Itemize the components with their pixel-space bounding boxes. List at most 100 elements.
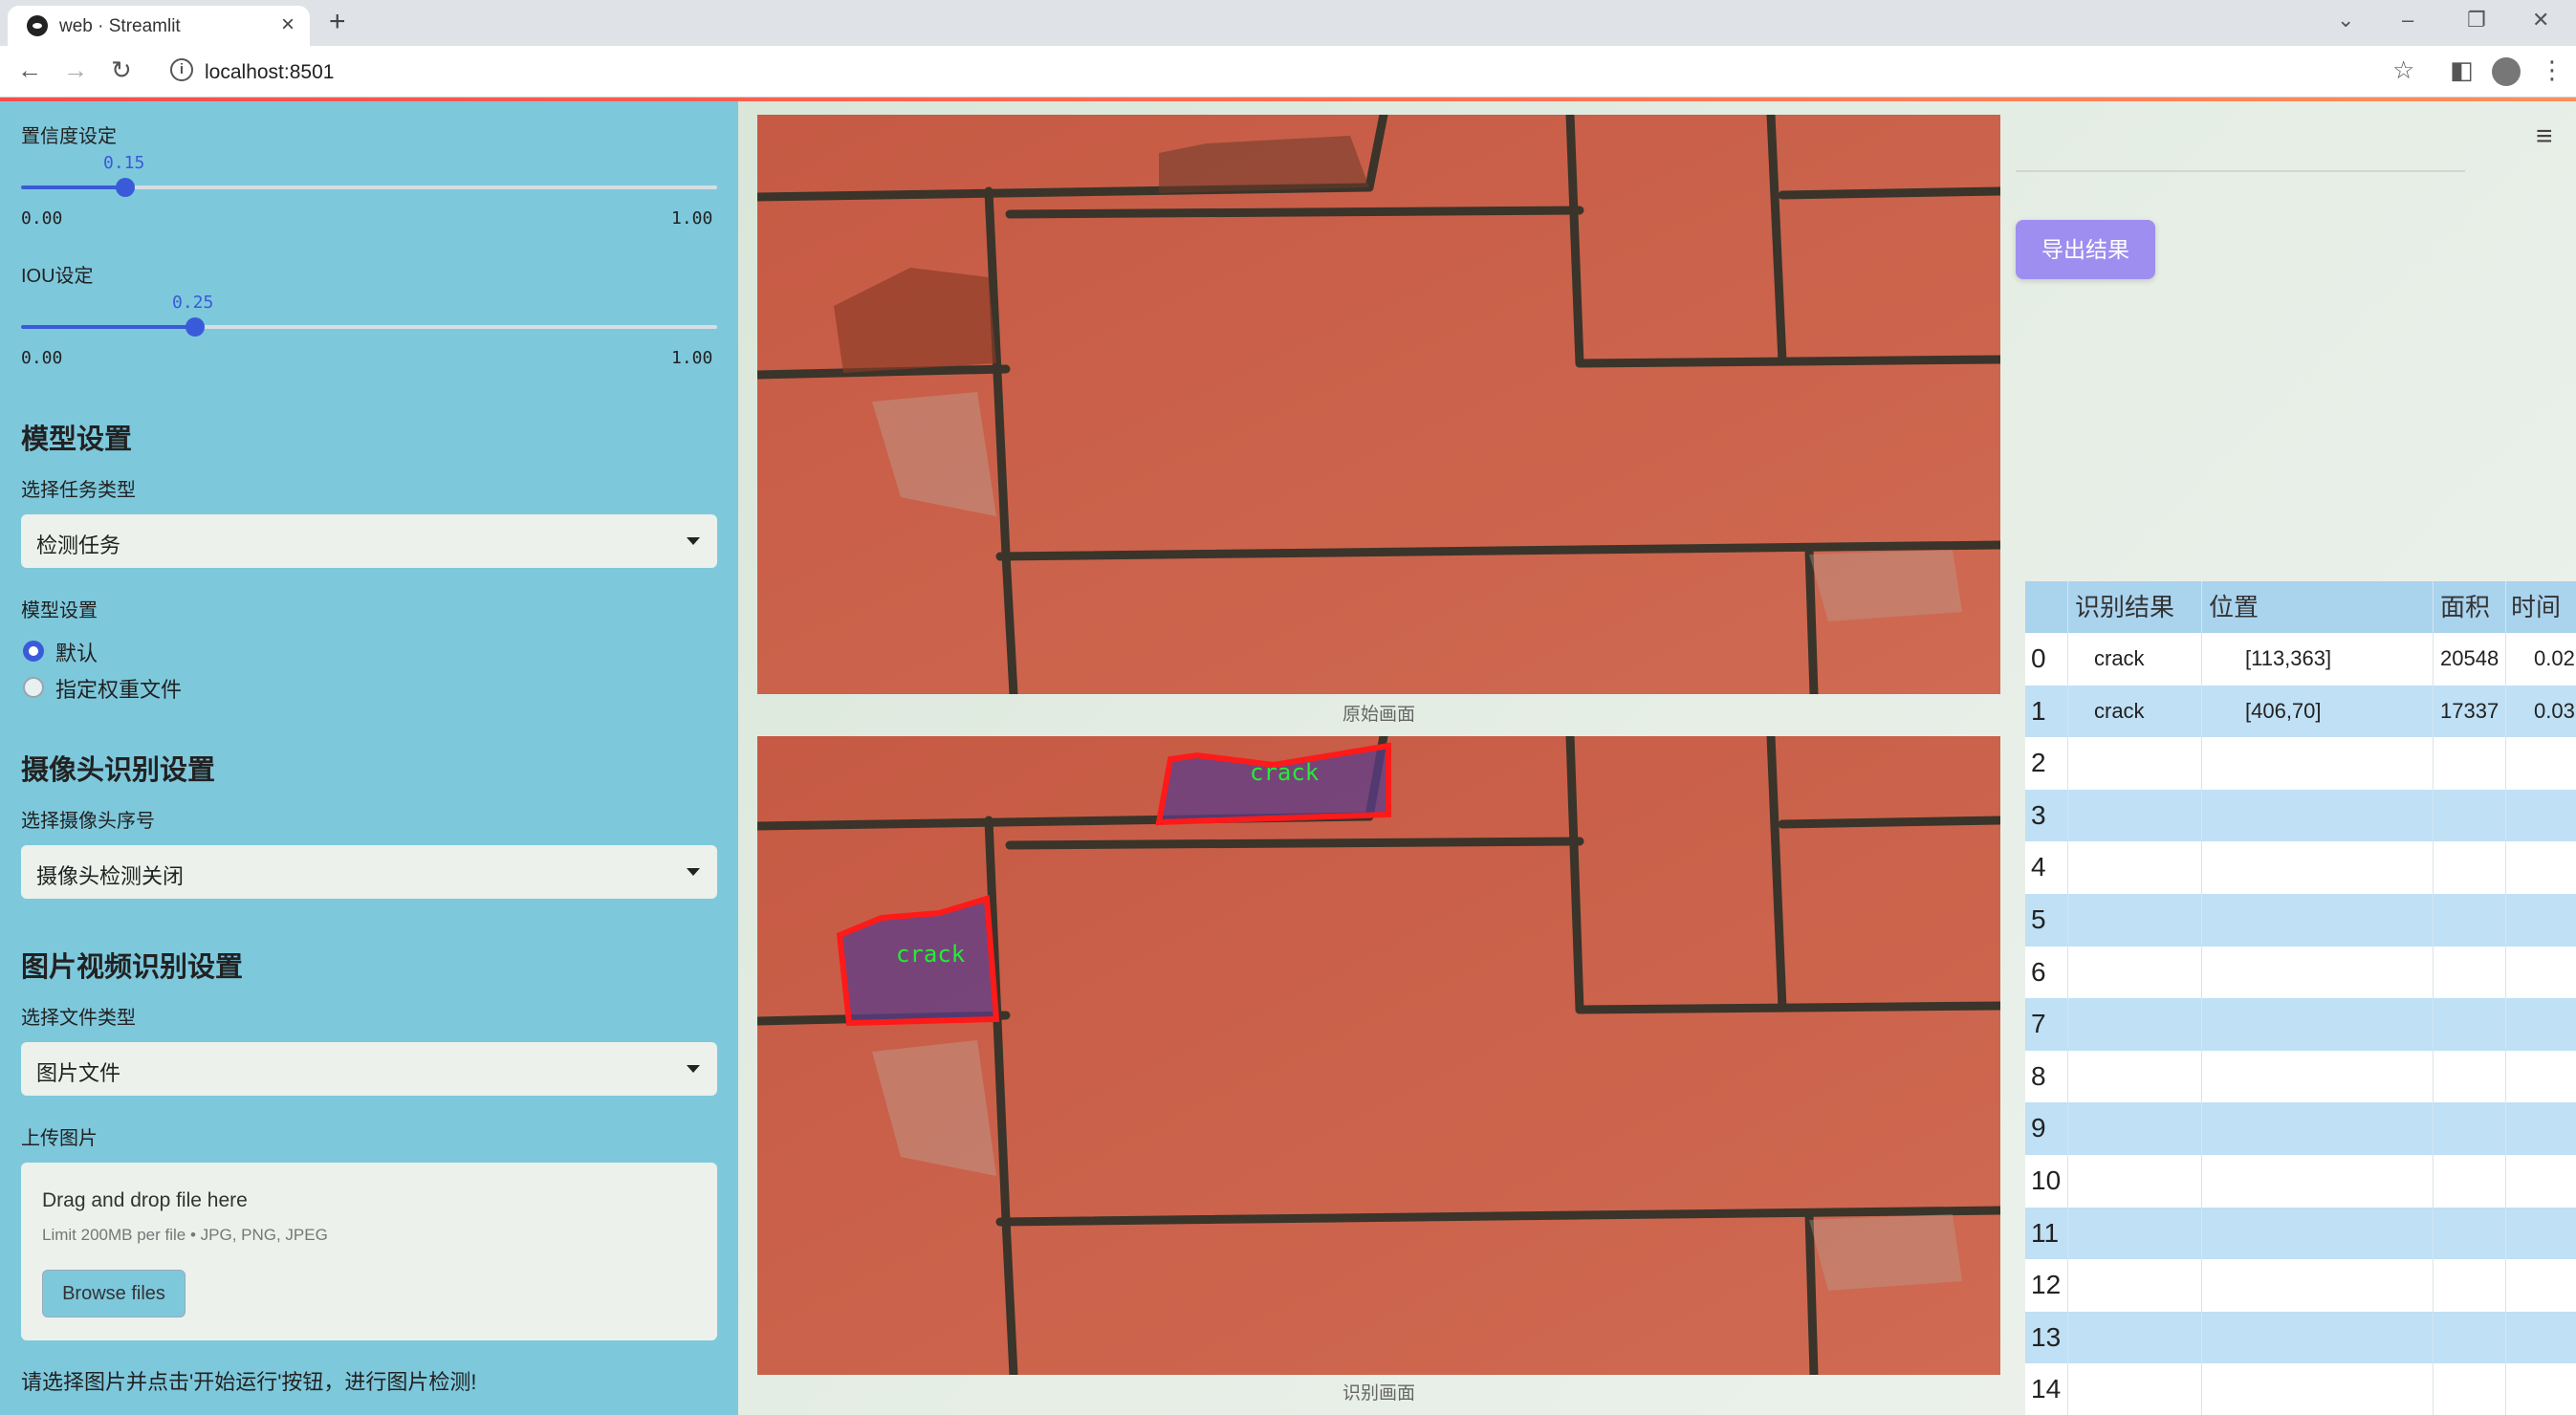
confidence-slider[interactable] <box>21 178 717 197</box>
row-area: 17337 <box>2440 698 2500 723</box>
upload-drag-text: Drag and drop file here <box>42 1189 248 1211</box>
back-icon[interactable]: ← <box>17 55 42 85</box>
table-row[interactable]: 12 <box>2025 1259 2576 1312</box>
task-type-label: 选择任务类型 <box>21 480 136 501</box>
file-type-select[interactable]: 图片文件 <box>21 1042 717 1096</box>
browser-tab[interactable]: web · Streamlit × <box>8 6 310 46</box>
table-row[interactable]: 10 <box>2025 1155 2576 1208</box>
header-position[interactable]: 位置 <box>2209 581 2259 633</box>
browser-menu-icon[interactable]: ⋮ <box>2540 55 2565 85</box>
minimize-icon[interactable]: – <box>2402 8 2413 33</box>
detection-label-1: crack <box>1250 759 1320 786</box>
row-index: 1 <box>2031 695 2046 726</box>
task-type-select[interactable]: 检测任务 <box>21 514 717 568</box>
camera-index-select[interactable]: 摄像头检测关闭 <box>21 845 717 899</box>
row-index: 11 <box>2031 1217 2060 1248</box>
main-content: 原始画面 crack crack 识别画面 导出结果 ≡ 识别结果 位置 面积 … <box>738 101 2576 1415</box>
detection-result-image: crack crack <box>757 736 2000 1375</box>
file-type-value: 图片文件 <box>36 1061 121 1085</box>
iou-value: 0.25 <box>172 293 214 313</box>
header-result[interactable]: 识别结果 <box>2075 581 2174 633</box>
media-section-heading: 图片视频识别设置 <box>21 952 244 983</box>
chevron-down-icon <box>687 868 700 876</box>
table-row[interactable]: 14 <box>2025 1363 2576 1415</box>
new-tab-icon[interactable]: + <box>329 6 346 38</box>
tab-search-icon[interactable]: ⌄ <box>2337 8 2354 33</box>
browser-tab-bar: web · Streamlit × + ⌄ – ❐ ✕ <box>0 0 2576 46</box>
row-index: 0 <box>2031 643 2046 673</box>
camera-index-label: 选择摄像头序号 <box>21 811 155 832</box>
table-row[interactable]: 2 <box>2025 737 2576 790</box>
iou-min: 0.00 <box>21 348 63 368</box>
confidence-max: 1.00 <box>671 208 713 229</box>
row-index: 5 <box>2031 904 2046 934</box>
row-time: 0.03 <box>2534 698 2575 723</box>
upload-limit-text: Limit 200MB per file • JPG, PNG, JPEG <box>42 1226 328 1244</box>
original-caption: 原始画面 <box>1342 705 1415 725</box>
row-result: crack <box>2094 698 2145 723</box>
table-row[interactable]: 9 <box>2025 1102 2576 1155</box>
table-row[interactable]: 1 crack [406,70] 17337 0.03 <box>2025 685 2576 738</box>
radio-custom-weights[interactable] <box>23 677 44 698</box>
table-row[interactable]: 4 <box>2025 841 2576 894</box>
table-row[interactable]: 7 <box>2025 998 2576 1051</box>
file-uploader-dropzone[interactable]: Drag and drop file here Limit 200MB per … <box>21 1163 717 1340</box>
profile-avatar-icon[interactable] <box>2492 57 2521 86</box>
iou-slider-fill <box>21 325 195 329</box>
restore-icon[interactable]: ❐ <box>2467 8 2486 33</box>
chevron-down-icon <box>687 537 700 545</box>
detection-label-0: crack <box>896 941 966 968</box>
iou-label: IOU设定 <box>21 266 94 287</box>
row-position: [406,70] <box>2245 698 2322 723</box>
address-bar[interactable]: i localhost:8501 <box>157 54 2366 90</box>
row-area: 20548 <box>2440 646 2500 670</box>
streamlit-favicon-icon <box>27 15 48 36</box>
row-position: [113,363] <box>2245 646 2332 670</box>
table-row[interactable]: 8 <box>2025 1050 2576 1103</box>
task-type-value: 检测任务 <box>36 533 121 557</box>
radio-default[interactable] <box>23 641 44 662</box>
confidence-slider-thumb[interactable] <box>116 178 136 197</box>
model-section-heading: 模型设置 <box>21 424 133 455</box>
table-header: 识别结果 位置 面积 时间 <box>2025 581 2576 633</box>
header-time[interactable]: 时间 <box>2511 581 2561 633</box>
table-row[interactable]: 6 <box>2025 946 2576 999</box>
camera-section-heading: 摄像头识别设置 <box>21 755 216 786</box>
file-type-label: 选择文件类型 <box>21 1008 136 1029</box>
confidence-value: 0.15 <box>103 153 145 173</box>
reload-icon[interactable]: ↻ <box>111 55 132 85</box>
site-info-icon[interactable]: i <box>170 58 193 81</box>
table-row[interactable]: 11 <box>2025 1207 2576 1260</box>
table-row[interactable]: 13 <box>2025 1311 2576 1364</box>
close-tab-icon[interactable]: × <box>281 11 295 38</box>
bookmark-star-icon[interactable]: ☆ <box>2392 55 2414 85</box>
column-divider <box>2505 581 2506 1415</box>
table-row[interactable]: 5 <box>2025 894 2576 947</box>
radio-custom-weights-label: 指定权重文件 <box>55 678 183 702</box>
side-panel-icon[interactable]: ◧ <box>2450 55 2474 85</box>
camera-index-value: 摄像头检测关闭 <box>36 864 185 888</box>
table-row[interactable]: 3 <box>2025 789 2576 842</box>
iou-slider[interactable] <box>21 317 717 337</box>
close-window-icon[interactable]: ✕ <box>2532 8 2549 33</box>
iou-slider-thumb[interactable] <box>186 317 205 337</box>
row-index: 8 <box>2031 1060 2046 1091</box>
column-divider <box>2433 581 2434 1415</box>
column-divider <box>2067 581 2068 1415</box>
export-results-button[interactable]: 导出结果 <box>2016 220 2155 279</box>
model-setting-label: 模型设置 <box>21 600 98 621</box>
row-index: 4 <box>2031 852 2046 882</box>
row-index: 12 <box>2031 1270 2062 1300</box>
forward-icon[interactable]: → <box>63 55 88 85</box>
row-result: crack <box>2094 646 2145 670</box>
app-menu-icon[interactable]: ≡ <box>2536 120 2553 153</box>
row-index: 6 <box>2031 956 2046 987</box>
confidence-label: 置信度设定 <box>21 126 117 147</box>
header-area[interactable]: 面积 <box>2440 581 2490 633</box>
upload-label: 上传图片 <box>21 1128 98 1149</box>
browse-files-button[interactable]: Browse files <box>42 1270 186 1317</box>
brick-pavement-image <box>757 115 2000 694</box>
table-row[interactable]: 0 crack [113,363] 20548 0.02 <box>2025 633 2576 686</box>
instruction-text: 请选择图片并点击'开始运行'按钮，进行图片检测! <box>21 1370 477 1394</box>
row-index: 7 <box>2031 1009 2046 1039</box>
